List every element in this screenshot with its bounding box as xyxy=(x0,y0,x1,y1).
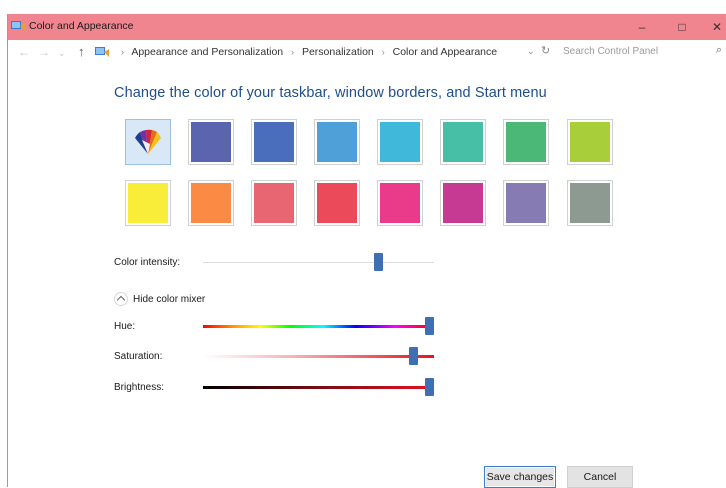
swatch-cyan[interactable] xyxy=(377,119,423,165)
breadcrumb-personalization[interactable]: Personalization xyxy=(302,46,374,58)
maximize-button[interactable]: □ xyxy=(662,14,702,40)
up-arrow-icon[interactable]: ↑ xyxy=(78,44,85,59)
saturation-label: Saturation: xyxy=(114,351,163,362)
collapse-chevron-icon[interactable] xyxy=(114,292,128,306)
automatic-color-icon xyxy=(135,129,161,154)
swatch-teal[interactable] xyxy=(440,119,486,165)
hue-slider-thumb[interactable] xyxy=(425,317,434,335)
control-panel-icon xyxy=(11,21,25,31)
hue-label: Hue: xyxy=(114,321,136,332)
swatch-fill xyxy=(380,122,420,162)
address-bar: ← → ⌄ ↑ › Appearance and Personalization… xyxy=(8,40,726,66)
refresh-icon[interactable]: ↻ xyxy=(541,44,550,57)
swatch-fill xyxy=(317,122,357,162)
swatch-yellow[interactable] xyxy=(125,180,171,226)
breadcrumb-separator: › xyxy=(121,47,124,57)
swatch-magenta[interactable] xyxy=(440,180,486,226)
back-arrow-icon[interactable]: ← xyxy=(18,45,30,59)
swatch-fill xyxy=(570,183,610,223)
breadcrumb-color-and-appearance[interactable]: Color and Appearance xyxy=(393,46,498,58)
title-bar[interactable]: Color and Appearance – □ ✕ xyxy=(8,14,726,40)
window-title: Color and Appearance xyxy=(29,20,134,32)
color-and-appearance-window: Color and Appearance – □ ✕ ← → ⌄ ↑ › App… xyxy=(8,14,726,488)
swatch-orange[interactable] xyxy=(188,180,234,226)
swatch-fill xyxy=(317,183,357,223)
swatch-slate-blue[interactable] xyxy=(188,119,234,165)
color-intensity-label: Color intensity: xyxy=(114,257,181,268)
color-intensity-slider-thumb[interactable] xyxy=(373,253,383,271)
swatch-lavender[interactable] xyxy=(503,180,549,226)
saturation-slider-track[interactable] xyxy=(203,355,434,358)
swatch-coral[interactable] xyxy=(251,180,297,226)
swatch-fill xyxy=(506,183,546,223)
swatch-fill xyxy=(191,122,231,162)
search-icon[interactable]: ⌕ xyxy=(716,44,722,57)
hue-slider-track[interactable] xyxy=(203,325,434,328)
color-intensity-track[interactable] xyxy=(203,262,434,263)
saturation-slider-thumb[interactable] xyxy=(409,347,419,365)
hide-color-mixer-link[interactable]: Hide color mixer xyxy=(133,294,205,305)
brightness-slider-track[interactable] xyxy=(203,386,434,389)
minimize-button[interactable]: – xyxy=(622,14,662,40)
save-changes-button[interactable]: Save changes xyxy=(484,466,556,488)
swatch-fill xyxy=(443,122,483,162)
forward-arrow-icon[interactable]: → xyxy=(38,45,50,59)
swatch-gray[interactable] xyxy=(567,180,613,226)
swatch-fill xyxy=(506,122,546,162)
recent-locations-icon[interactable]: ⌄ xyxy=(58,48,66,59)
swatch-automatic[interactable] xyxy=(125,119,171,165)
swatch-pink[interactable] xyxy=(377,180,423,226)
swatch-lime[interactable] xyxy=(567,119,613,165)
swatch-red[interactable] xyxy=(314,180,360,226)
breadcrumb-separator: › xyxy=(381,47,385,57)
swatch-fill xyxy=(254,122,294,162)
swatch-sky-blue[interactable] xyxy=(314,119,360,165)
search-input[interactable]: Search Control Panel ⌕ xyxy=(556,43,722,62)
swatch-fill xyxy=(254,183,294,223)
breadcrumb-appearance-and-personalization[interactable]: Appearance and Personalization xyxy=(131,46,283,58)
cancel-button[interactable]: Cancel xyxy=(567,466,633,488)
swatch-fill xyxy=(570,122,610,162)
brightness-slider-thumb[interactable] xyxy=(425,378,434,396)
close-button[interactable]: ✕ xyxy=(702,14,726,40)
swatch-fill xyxy=(191,183,231,223)
swatch-fill xyxy=(380,183,420,223)
page-title: Change the color of your taskbar, window… xyxy=(114,85,547,101)
address-dropdown-icon[interactable]: ⌄ xyxy=(527,46,535,57)
brightness-label: Brightness: xyxy=(114,382,165,393)
breadcrumb: › Appearance and Personalization › Perso… xyxy=(116,46,497,58)
swatch-fill xyxy=(443,183,483,223)
swatch-cobalt[interactable] xyxy=(251,119,297,165)
breadcrumb-separator: › xyxy=(291,47,295,57)
search-placeholder: Search Control Panel xyxy=(563,46,659,57)
control-panel-icon xyxy=(95,47,109,57)
swatch-fill xyxy=(128,183,168,223)
swatch-green[interactable] xyxy=(503,119,549,165)
